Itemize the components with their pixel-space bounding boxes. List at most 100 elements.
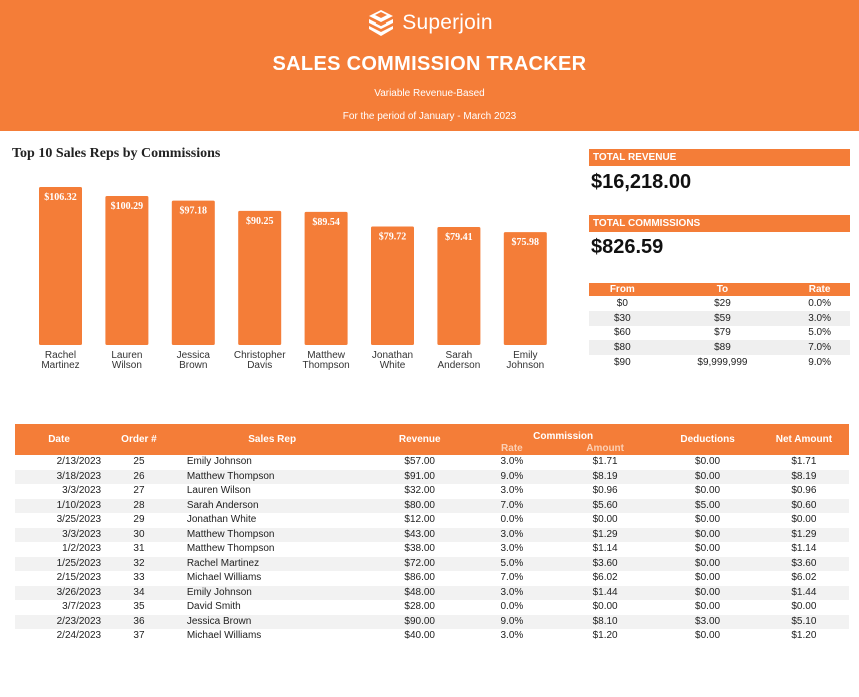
x-axis-category-label: White [380,360,406,371]
table-row: 1/25/2023 32 Rachel Martinez $72.00 5.0% $3.6… [15,556,849,571]
cell-sales-rep: Matthew Thompson [186,543,275,555]
brand-name: Superjoin [402,11,493,34]
cell-commission-amount: $1.20 [592,630,618,642]
cell-net-amount: $0.00 [791,514,817,526]
bar-data-label: $90.25 [246,216,274,227]
header-order: Order # [103,424,175,455]
cell-sales-rep: Sarah Anderson [174,498,370,513]
rate-table-row: $60 $79 5.0% [589,326,850,341]
rate-value: 5.0% [808,327,831,339]
cell-sales-rep: Emily Johnson [186,456,252,468]
cell-date: 1/25/2023 [15,556,104,571]
cell-date: 2/13/2023 [56,456,102,468]
cell-deductions: $0.00 [695,456,721,468]
cell-order-number: 26 [103,469,175,484]
page-subtitle: Variable Revenue-Based [374,88,485,99]
header-date: Date [15,424,104,455]
cell-commission-amount: $1.71 [592,456,618,468]
rate-from: $0 [616,297,628,309]
header-revenue: Revenue [369,424,470,455]
cell-commission-amount: $1.44 [553,585,657,600]
x-axis-category-label: Johnson [506,360,544,371]
rate-value: 7.0% [789,340,850,356]
rate-table-row: $80 $89 7.0% [589,340,850,356]
rate-from: $80 [589,340,656,356]
cell-sales-rep: Rachel Martinez [174,556,370,571]
cell-date: 3/3/2023 [15,527,104,542]
cell-commission-rate: 7.0% [469,498,554,513]
header-sales-rep: Sales Rep [174,424,370,455]
cell-commission-amount: $0.00 [592,601,618,613]
chart-bar [503,232,547,345]
cell-deductions: $0.00 [695,630,721,642]
cell-commission-amount: $8.10 [553,614,657,629]
cell-sales-rep: Matthew Thompson [174,527,370,542]
table-row: 3/25/2023 29 Jonathan White $12.00 0.0% $0.00… [15,513,849,528]
cell-deductions: $5.00 [656,498,759,513]
chart-title: Top 10 Sales Reps by Commissions [12,146,221,161]
cell-commission-rate: 0.0% [500,601,524,613]
cell-commission-amount: $8.19 [553,469,657,484]
rate-to: $29 [714,297,731,309]
x-axis-category-label: Brown [179,360,207,371]
cell-revenue: $40.00 [404,630,435,642]
cell-revenue: $91.00 [369,469,470,484]
rate-table-header: From To Rate [589,283,850,296]
cell-revenue: $80.00 [369,498,470,513]
cell-revenue: $86.00 [404,572,435,584]
header-commission: Commission [469,424,657,442]
cell-net-amount: $8.19 [758,469,849,484]
cell-commission-rate: 3.0% [500,630,524,642]
cell-sales-rep: Matthew Thompson [174,469,370,484]
rate-table-row: $0 $29 0.0% [589,296,850,311]
rate-value: 0.0% [808,297,831,309]
cell-order-number: 35 [133,601,145,613]
total-revenue-label: TOTAL REVENUE [589,149,850,166]
cell-sales-rep: Jessica Brown [174,614,370,629]
cell-commission-rate: 3.0% [500,456,524,468]
bar-data-label: $89.54 [312,217,340,228]
page-title: SALES COMMISSION TRACKER [272,53,587,75]
cell-deductions: $0.00 [695,514,721,526]
cell-deductions: $0.00 [656,469,759,484]
cell-date: 1/2/2023 [62,543,102,555]
cell-revenue: $48.00 [369,585,470,600]
cell-date: 2/24/2023 [56,630,102,642]
table-row: 3/3/2023 30 Matthew Thompson $43.00 3.0% $1.2… [15,527,849,542]
rate-table-row: $30 $59 3.0% [589,310,850,326]
table-row: 2/15/2023 33 Michael Williams $86.00 7.0% $6.… [15,571,849,586]
cell-order-number: 31 [133,543,145,555]
table-row: 3/3/2023 27 Lauren Wilson $32.00 3.0% $0.96 $0… [15,484,849,499]
bar-data-label: $75.98 [512,237,540,248]
cell-deductions: $0.00 [656,585,759,600]
rate-from: $90 [613,357,631,369]
chart-bar [171,200,215,345]
cell-deductions: $0.00 [695,572,721,584]
cell-sales-rep: Michael Williams [186,630,262,642]
cell-order-number: 33 [133,572,145,584]
cell-net-amount: $3.60 [758,556,849,571]
header-commission-rate: Rate [469,442,554,455]
cell-sales-rep: Emily Johnson [174,585,370,600]
total-commissions-value: $826.59 [591,236,664,258]
rate-table-row: $90 $9,999,999 9.0% [589,355,850,370]
x-axis-category-label: Anderson [437,360,480,371]
orders-table: Date Order # Sales Rep Revenue Commissio… [15,424,849,644]
table-row: 3/26/2023 34 Emily Johnson $48.00 3.0% $1.44 $… [15,585,849,600]
cell-net-amount: $0.60 [758,498,849,513]
rate-to: $59 [655,310,790,326]
x-axis-category-label: Thompson [302,360,349,371]
x-axis-category-label: Wilson [112,360,142,371]
total-commissions-label: TOTAL COMMISSIONS [589,215,850,232]
chart-bar [304,211,348,345]
cell-commission-amount: $5.60 [553,498,657,513]
cell-net-amount: $1.71 [791,456,817,468]
cell-commission-amount: $3.60 [553,556,657,571]
rate-to: $89 [655,340,790,356]
bar-data-label: $100.29 [111,201,144,212]
cell-net-amount: $0.96 [791,485,817,497]
cell-date: 2/23/2023 [15,614,104,629]
table-row: 1/2/2023 31 Matthew Thompson $38.00 3.0% $1.1… [15,542,849,557]
cell-deductions: $0.00 [695,543,721,555]
table-row: 1/10/2023 28 Sarah Anderson $80.00 7.0% $5.60… [15,498,849,513]
